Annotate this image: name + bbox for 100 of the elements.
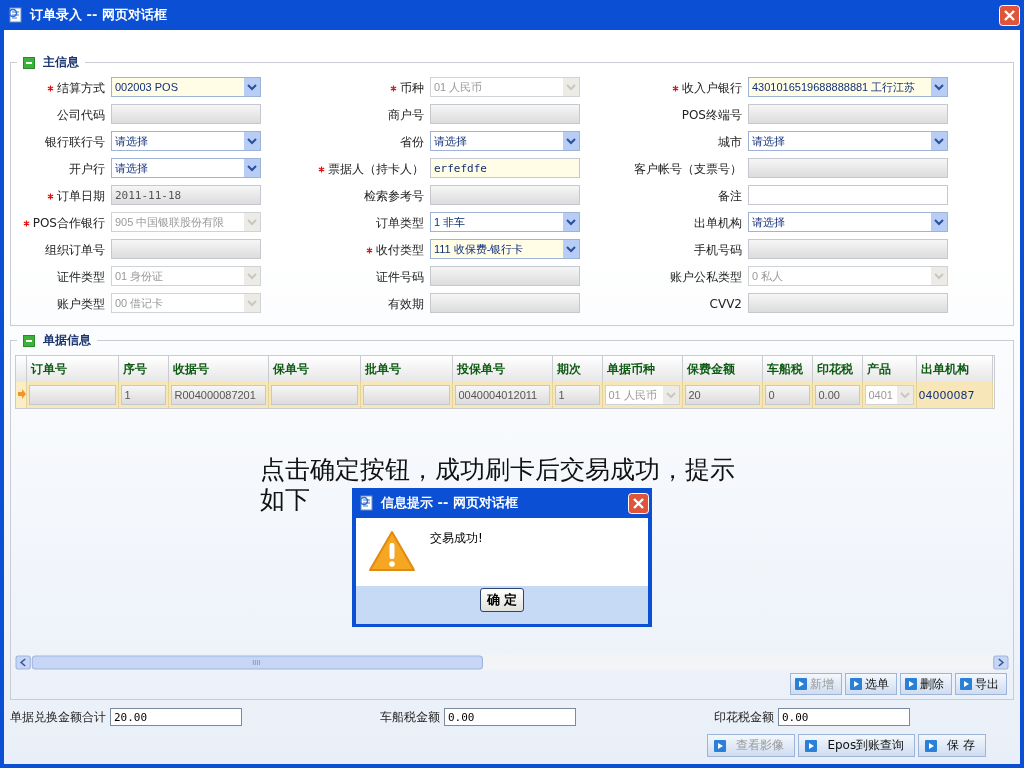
play-icon: [805, 739, 818, 752]
dropdown[interactable]: 请选择: [430, 131, 580, 151]
action-button[interactable]: Epos到账查询: [798, 734, 916, 757]
field-label: 备注: [718, 187, 742, 205]
column-header[interactable]: 保费金额: [682, 356, 762, 382]
ok-button[interactable]: 确 定: [479, 588, 525, 612]
close-icon[interactable]: [999, 4, 1020, 26]
chevron-down-icon: [244, 78, 260, 96]
column-header[interactable]: 批单号: [360, 356, 452, 382]
field-label: 出单机构: [694, 214, 742, 232]
table-field[interactable]: 1: [120, 385, 166, 405]
play-icon: [925, 739, 938, 752]
section-title: 主信息: [43, 54, 79, 71]
chevron-down-icon: [896, 386, 913, 404]
chevron-down-icon: [563, 78, 579, 96]
table-field[interactable]: [362, 385, 450, 405]
total-field[interactable]: 0.00: [444, 708, 576, 726]
field-label: 客户帐号（支票号）: [634, 160, 742, 178]
column-header[interactable]: 单据币种: [602, 356, 682, 382]
table-field[interactable]: 20: [684, 385, 760, 405]
dialog-title: 信息提示 -- 网页对话框: [381, 494, 519, 512]
dropdown[interactable]: 1 非车: [430, 212, 580, 232]
field-label: 有效期: [388, 295, 424, 313]
field-label: CVV2: [709, 297, 742, 311]
column-header[interactable]: 期次: [552, 356, 602, 382]
chevron-down-icon: [931, 78, 947, 96]
chevron-down-icon: [563, 213, 579, 231]
chevron-down-icon: [244, 132, 260, 150]
column-header[interactable]: 保单号: [268, 356, 360, 382]
chevron-down-icon: [931, 132, 947, 150]
chevron-down-icon: [563, 132, 579, 150]
row-header[interactable]: [16, 382, 26, 408]
column-header[interactable]: 车船税: [762, 356, 812, 382]
chevron-down-icon: [662, 386, 679, 404]
total-label: 车船税金额: [380, 708, 440, 726]
field-label: 银行联行号: [45, 133, 105, 151]
column-header[interactable]: 序号: [118, 356, 168, 382]
column-header[interactable]: 订单号: [26, 356, 118, 382]
collapse-icon[interactable]: [23, 56, 35, 69]
column-header[interactable]: 投保单号: [452, 356, 552, 382]
field-label: 收付类型: [376, 241, 424, 259]
field-label: 收入户银行: [682, 79, 742, 97]
warning-icon: [368, 530, 416, 574]
annotation-text: 如下: [260, 485, 310, 515]
chevron-down-icon: [931, 267, 947, 285]
table-field[interactable]: [28, 385, 116, 405]
field-label: 组织订单号: [45, 241, 105, 259]
arrow-right-icon: [18, 389, 26, 399]
field-label: 证件类型: [57, 268, 105, 286]
text-field[interactable]: [748, 185, 948, 205]
field-label: 商户号: [388, 106, 424, 124]
dropdown[interactable]: 请选择: [111, 158, 261, 178]
table-field[interactable]: [270, 385, 358, 405]
chevron-down-icon: [563, 240, 579, 258]
total-label: 单据兑换金额合计: [10, 708, 106, 726]
field-label: POS合作银行: [32, 214, 105, 232]
field-label: 票据人（持卡人）: [328, 160, 424, 178]
field-label: 省份: [400, 133, 424, 151]
action-button[interactable]: 选单: [845, 673, 897, 695]
horizontal-scrollbar[interactable]: [15, 655, 1009, 670]
dropdown[interactable]: 111 收保费-银行卡: [430, 239, 580, 259]
chevron-down-icon: [244, 267, 260, 285]
dropdown[interactable]: 002003 POS: [111, 77, 261, 97]
dropdown[interactable]: 请选择: [748, 212, 948, 232]
action-button[interactable]: 删除: [900, 673, 952, 695]
field-label: 公司代码: [57, 106, 105, 124]
dropdown[interactable]: 4301016519688888881 工行江苏: [748, 77, 948, 97]
window-title: 订单录入 -- 网页对话框: [30, 6, 168, 24]
document-icon: [359, 495, 375, 511]
field-label: 检索参考号: [364, 187, 424, 205]
document-icon: [8, 7, 24, 23]
field-label: 币种: [400, 79, 424, 97]
field-label: 手机号码: [694, 241, 742, 259]
dropdown[interactable]: 请选择: [748, 131, 948, 151]
action-button[interactable]: 保 存: [918, 734, 986, 757]
close-icon[interactable]: [628, 492, 649, 514]
table-field[interactable]: R004000087201: [170, 385, 266, 405]
field-label: 订单日期: [57, 187, 105, 205]
collapse-icon[interactable]: [23, 334, 35, 347]
table-field[interactable]: 0: [764, 385, 810, 405]
column-header[interactable]: 产品: [862, 356, 916, 382]
column-header[interactable]: 印花税: [812, 356, 862, 382]
chevron-down-icon: [244, 159, 260, 177]
field-label: 订单类型: [376, 214, 424, 232]
play-icon: [850, 678, 862, 690]
dialog-message: 交易成功!: [430, 530, 483, 547]
total-field[interactable]: 20.00: [110, 708, 242, 726]
dropdown[interactable]: 请选择: [111, 131, 261, 151]
action-button[interactable]: 导出: [955, 673, 1007, 695]
chevron-down-icon: [244, 213, 260, 231]
play-icon: [960, 678, 972, 690]
table-field[interactable]: 1: [554, 385, 600, 405]
total-field[interactable]: 0.00: [778, 708, 910, 726]
column-header[interactable]: 收据号: [168, 356, 268, 382]
table-field[interactable]: 0040004012011: [454, 385, 550, 405]
table-field[interactable]: 0.00: [814, 385, 860, 405]
column-header[interactable]: 出单机构: [916, 356, 992, 382]
text-field[interactable]: erfefdfe: [430, 158, 580, 178]
table-cell: 04000087: [918, 389, 975, 402]
field-label: 账户类型: [57, 295, 105, 313]
